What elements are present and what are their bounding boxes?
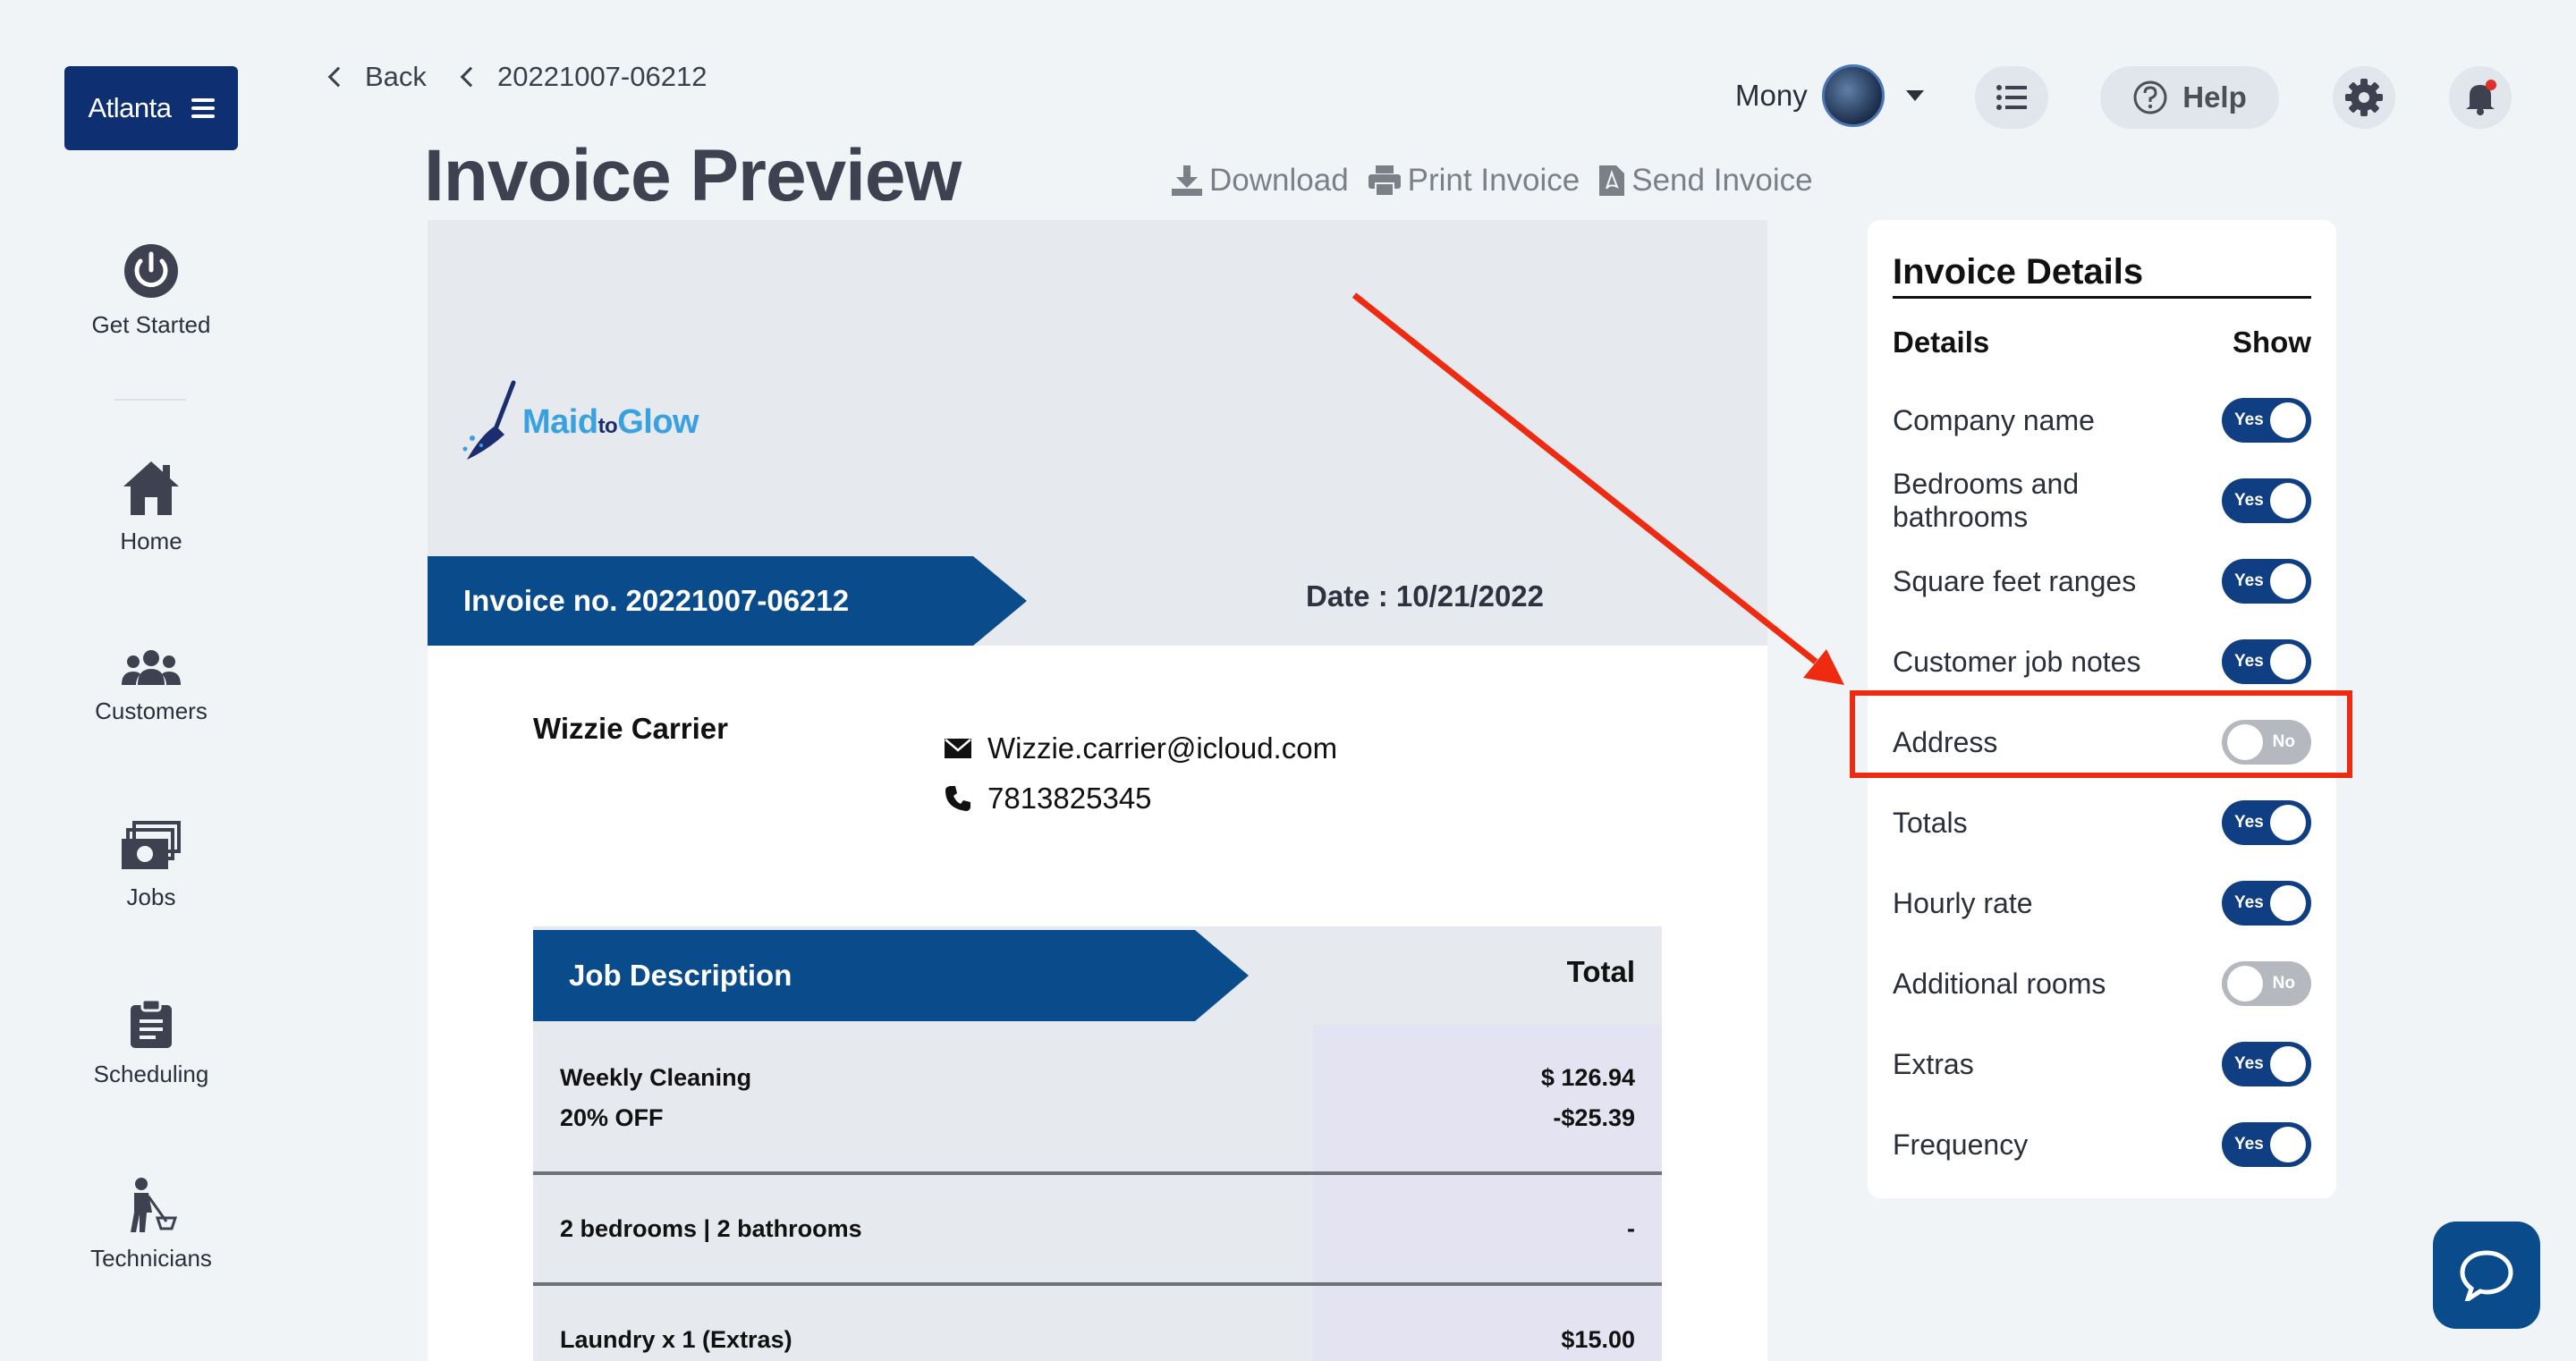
toggle-state-label: Yes bbox=[2234, 410, 2264, 429]
detail-label: Extras bbox=[1893, 1047, 1974, 1080]
chat-icon bbox=[2460, 1250, 2513, 1301]
detail-row: Company name Yes bbox=[1893, 393, 2311, 447]
toggle-knob bbox=[2270, 563, 2306, 599]
detail-label: Company name bbox=[1893, 403, 2095, 436]
detail-row: Hourly rate Yes bbox=[1893, 876, 2311, 930]
detail-label: Hourly rate bbox=[1893, 886, 2033, 919]
toggle-knob bbox=[2270, 483, 2306, 519]
details-column-headers: Details Show bbox=[1893, 325, 2311, 359]
toggle-state-label: Yes bbox=[2234, 893, 2264, 912]
toggle-state-label: Yes bbox=[2234, 571, 2264, 590]
toggle-knob bbox=[2270, 402, 2306, 438]
show-toggle[interactable]: Yes bbox=[2222, 1122, 2311, 1167]
annotation-highlight-box bbox=[1850, 690, 2352, 778]
detail-row: Additional rooms No bbox=[1893, 957, 2311, 1010]
detail-row: Bedrooms and bathrooms Yes bbox=[1893, 468, 2311, 533]
toggle-state-label: No bbox=[2272, 974, 2295, 993]
toggle-state-label: Yes bbox=[2234, 491, 2264, 510]
show-toggle[interactable]: Yes bbox=[2222, 1042, 2311, 1086]
details-title: Invoice Details bbox=[1893, 252, 2311, 299]
show-toggle[interactable]: Yes bbox=[2222, 559, 2311, 604]
toggle-state-label: Yes bbox=[2234, 1135, 2264, 1154]
show-col-label: Show bbox=[2233, 325, 2311, 359]
show-toggle[interactable]: Yes bbox=[2222, 881, 2311, 926]
detail-row: Customer job notes Yes bbox=[1893, 635, 2311, 689]
toggle-knob bbox=[2270, 1046, 2306, 1082]
toggle-knob bbox=[2270, 805, 2306, 841]
show-toggle[interactable]: No bbox=[2222, 961, 2311, 1006]
details-col-label: Details bbox=[1893, 325, 1990, 359]
toggle-state-label: Yes bbox=[2234, 1054, 2264, 1073]
toggle-knob bbox=[2227, 966, 2263, 1002]
detail-label: Customer job notes bbox=[1893, 645, 2141, 678]
show-toggle[interactable]: Yes bbox=[2222, 639, 2311, 684]
detail-row: Square feet ranges Yes bbox=[1893, 554, 2311, 608]
detail-label: Totals bbox=[1893, 806, 1968, 839]
detail-row: Totals Yes bbox=[1893, 796, 2311, 850]
chat-button[interactable] bbox=[2433, 1222, 2540, 1329]
show-toggle[interactable]: Yes bbox=[2222, 478, 2311, 523]
toggle-state-label: Yes bbox=[2234, 813, 2264, 832]
toggle-knob bbox=[2270, 644, 2306, 680]
detail-row: Frequency Yes bbox=[1893, 1118, 2311, 1171]
show-toggle[interactable]: Yes bbox=[2222, 800, 2311, 845]
detail-label: Bedrooms and bathrooms bbox=[1893, 468, 2080, 533]
show-toggle[interactable]: Yes bbox=[2222, 398, 2311, 443]
toggle-knob bbox=[2270, 885, 2306, 921]
detail-label: Square feet ranges bbox=[1893, 564, 2137, 597]
detail-row: Extras Yes bbox=[1893, 1037, 2311, 1091]
detail-label: Additional rooms bbox=[1893, 967, 2106, 1000]
toggle-state-label: Yes bbox=[2234, 652, 2264, 671]
detail-label: Frequency bbox=[1893, 1128, 2029, 1161]
toggle-knob bbox=[2270, 1127, 2306, 1162]
